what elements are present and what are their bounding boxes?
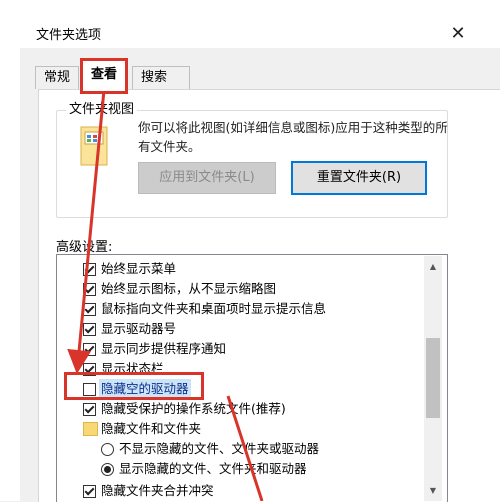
tab-view[interactable]: 查看 <box>79 58 129 94</box>
folder-options-dialog: 文件夹选项 ✕ 常规 查看 搜索 文件夹视图 你可以将此视图(如详细信息或图标)… <box>0 0 500 502</box>
tab-view-label: 查看 <box>91 67 118 82</box>
annotation-arrows <box>67 89 264 501</box>
annotation-arrow <box>226 395 264 501</box>
annotation-arrow <box>67 89 106 374</box>
